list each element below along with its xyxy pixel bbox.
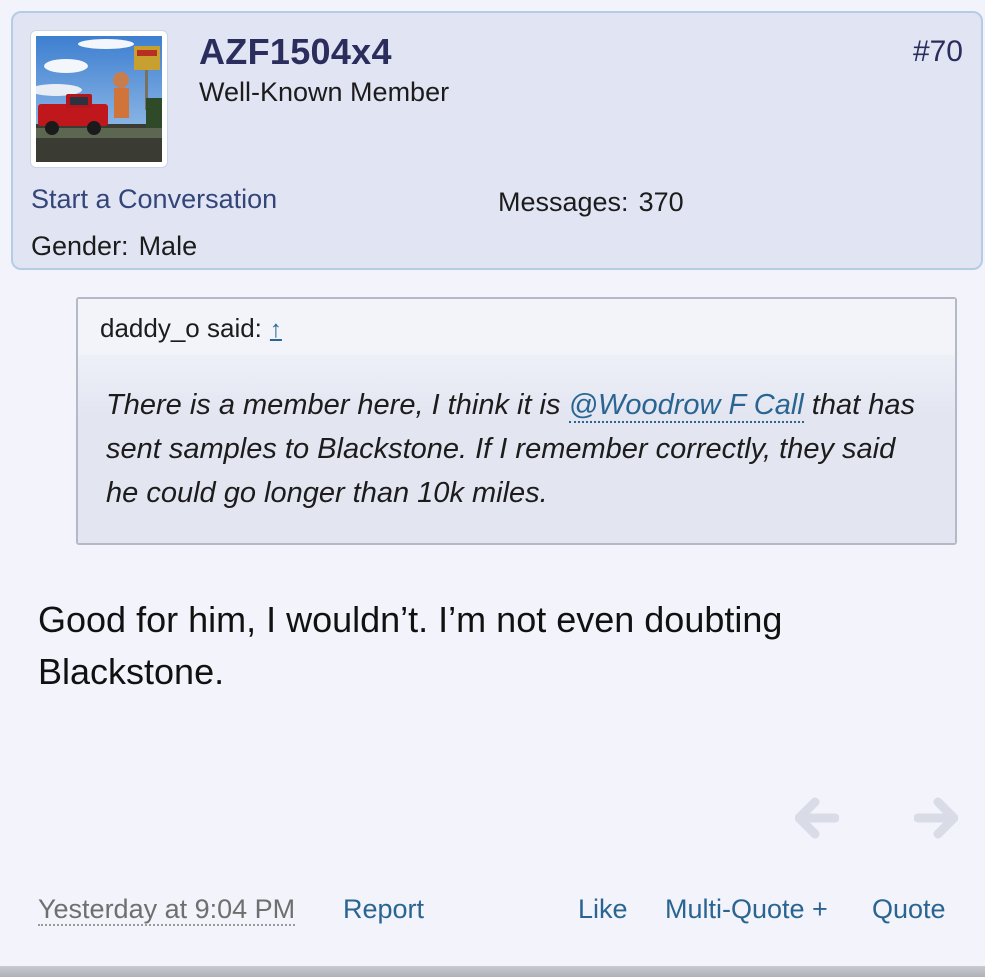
jump-to-quote-icon[interactable]: ↑ — [270, 316, 282, 343]
quote-block: daddy_o said: ↑ There is a member here, I… — [76, 297, 957, 545]
messages-label: Messages: — [498, 187, 629, 217]
post-footer: Yesterday at 9:04 PM Report Like Multi-Q… — [0, 890, 985, 934]
quote-body: There is a member here, I think it is @W… — [78, 355, 955, 543]
gender-stat: Gender: Male — [31, 231, 197, 262]
gender-label: Gender: — [31, 231, 129, 261]
post-date-link[interactable]: Yesterday at 9:04 PM — [38, 894, 296, 926]
quote-button[interactable]: Quote — [872, 894, 946, 924]
bottom-divider — [0, 966, 985, 977]
messages-stat: Messages: 370 — [498, 187, 684, 218]
post-page: AZF1504x4 Well-Known Member #70 Start a … — [0, 0, 985, 977]
quote-author: daddy_o said: — [100, 313, 262, 343]
avatar[interactable] — [30, 30, 168, 168]
username[interactable]: AZF1504x4 — [199, 31, 392, 73]
quote-text-before: There is a member here, I think it is — [106, 389, 569, 421]
like-button[interactable]: Like — [578, 894, 628, 924]
start-conversation-link[interactable]: Start a Conversation — [31, 184, 277, 215]
post-message: Good for him, I wouldn’t. I’m not even d… — [38, 599, 783, 692]
avatar-image — [36, 36, 162, 162]
messages-count: 370 — [638, 187, 684, 217]
previous-post-button[interactable] — [794, 796, 840, 840]
next-post-button[interactable] — [913, 796, 959, 840]
mention-link[interactable]: @Woodrow F Call — [568, 389, 804, 423]
post-number-link[interactable]: #70 — [913, 35, 963, 69]
multi-quote-button[interactable]: Multi-Quote + — [665, 894, 828, 924]
arrow-right-icon — [913, 797, 959, 839]
gender-value: Male — [138, 231, 198, 261]
arrow-left-icon — [794, 797, 840, 839]
quote-header: daddy_o said: ↑ — [78, 299, 955, 355]
report-button[interactable]: Report — [343, 894, 424, 924]
user-info-card: AZF1504x4 Well-Known Member #70 Start a … — [11, 11, 983, 270]
user-title: Well-Known Member — [199, 77, 450, 107]
